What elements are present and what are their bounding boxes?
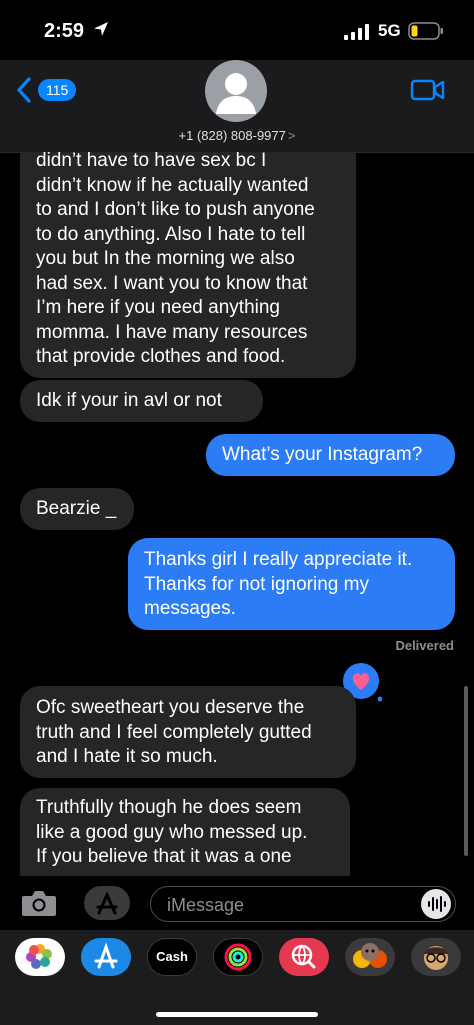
dictation-button[interactable] [421,889,451,919]
message-line: and I hate it so much. [36,746,218,767]
status-bar: 2:59 5G [0,0,474,60]
activity-rings-icon [224,943,252,971]
location-arrow-icon [94,22,108,36]
incoming-message[interactable]: Truthfully though he does seem like a go… [20,788,350,876]
message-line: momma. I have many resources [36,321,308,343]
battery-icon [408,22,443,40]
message-input-bar [0,876,474,930]
camera-icon[interactable] [20,888,58,918]
message-line: What’s your Instagram? [222,444,423,465]
app-store-drawer-button[interactable] [84,886,130,920]
message-line: Idk if your in avl or not [36,390,222,411]
delivered-status: Delivered [395,638,454,653]
home-indicator[interactable] [156,1012,318,1017]
incoming-message[interactable]: didn’t have to have sex bc I didn’t know… [20,152,356,378]
message-line: you but In the morning we also [36,248,295,269]
message-line: If you believe that it was a one [36,846,292,867]
message-line: Truthfully though he does seem [36,797,302,818]
message-line: Thanks for not ignoring my [144,573,369,595]
web-search-icon[interactable] [279,938,329,976]
app-store-a-icon [96,891,118,915]
message-line: didn’t know if he actually wanted [36,174,309,196]
memoji-face-icon [424,946,448,970]
apple-cash-icon[interactable]: Cash [147,938,197,976]
person-silhouette-icon [216,73,256,114]
chevron-left-icon [17,77,31,103]
contact-name[interactable]: +1 (828) 808-9977 > [0,128,474,143]
unread-count-badge: 115 [38,79,77,101]
message-line: to and I don’t like to push anyone [36,199,315,220]
outgoing-message[interactable]: Thanks girl I really appreciate it. Than… [128,538,455,630]
network-type: 5G [378,21,401,40]
waveform-icon [428,896,446,912]
message-line: I’m here if you need anything [36,297,280,318]
message-thread[interactable]: didn’t have to have sex bc I didn’t know… [0,152,474,876]
incoming-message[interactable]: Bearzie _ [20,488,134,530]
message-text-input[interactable] [165,887,409,923]
activity-icon[interactable] [213,938,263,976]
imessage-field[interactable] [150,886,456,923]
memoji-icon[interactable] [411,938,461,976]
contact-chevron-icon: > [287,128,296,143]
apple-cash-label: Cash [156,949,188,964]
clock: 2:59 [44,20,85,42]
scrollbar[interactable] [464,686,468,856]
imessage-app-drawer: Cash [0,930,474,1025]
message-line: Ofc sweetheart you deserve the [36,697,305,718]
message-line: didn’t have to have sex bc I [36,152,267,171]
message-line: truth and I feel completely gutted [36,721,312,743]
message-line: had sex. I want you to know that [36,272,308,294]
message-line: that provide clothes and food. [36,346,286,367]
contact-number: +1 (828) 808-9977 [178,128,286,143]
app-store-icon[interactable] [81,938,131,976]
app-store-glyph-icon [94,942,118,969]
emoji-faces-icon [353,943,387,968]
incoming-message[interactable]: Ofc sweetheart you deserve the truth and… [20,686,356,778]
outgoing-message[interactable]: What’s your Instagram? [206,434,455,476]
conversation-header: 115 +1 (828) 808-9977 > [0,60,474,153]
photos-app-icon[interactable] [15,938,65,976]
message-line: Thanks girl I really appreciate it. [144,549,413,570]
cellular-signal-icon [344,24,369,40]
message-line: messages. [144,598,236,619]
message-line: to do anything. Also I hate to tell [36,223,306,245]
contact-avatar[interactable] [205,60,267,122]
message-line: like a good guy who messed up. [36,821,308,843]
memoji-stickers-icon[interactable] [345,938,395,976]
incoming-message[interactable]: Idk if your in avl or not [20,380,263,422]
globe-search-icon [291,944,316,969]
message-line: Bearzie _ [36,498,117,519]
back-button[interactable]: 115 [16,76,77,106]
photos-flower-icon [26,944,52,969]
facetime-video-icon[interactable] [410,76,446,104]
